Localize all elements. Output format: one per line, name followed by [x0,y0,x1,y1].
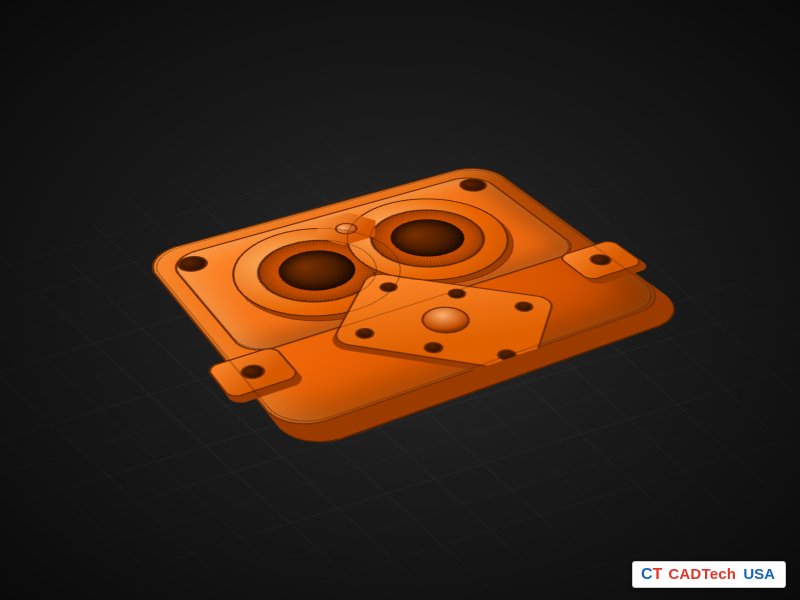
flange-bolt-hole [353,327,377,340]
vendor-brand-text: CADTech [668,566,736,583]
threaded-bore [351,200,507,279]
model-root[interactable] [58,132,764,497]
vendor-region-text: USA [743,566,775,583]
threaded-boss-left[interactable] [206,214,433,335]
flange-bolt-hole [446,288,468,300]
logo-letter-t: T [653,567,663,583]
housing-base-block[interactable] [140,162,674,436]
mounting-ear-right [557,239,645,281]
threaded-bore [239,230,398,315]
model-orbit-region[interactable] [120,58,680,498]
logo-letter-c: C [641,567,653,583]
flange-bolt-hole [377,281,399,293]
flange-bolt-hole [513,300,535,312]
top-deck-surface [165,172,583,356]
mounting-ear-left [205,345,302,399]
threaded-boss-right[interactable] [318,185,541,297]
flange-bolt-hole [422,341,446,355]
hex-plug-boss[interactable] [301,207,391,251]
edge-overlay [140,162,674,436]
vendor-watermark: C T CADTech USA [632,561,786,588]
flange-center-boss [416,304,474,337]
vendor-logo-icon: C T [641,567,662,583]
corner-bolt-hole [173,253,212,274]
flange-bolt-hole [495,348,518,362]
diamond-flange-pad[interactable] [330,272,555,374]
corner-bolt-hole [455,176,492,193]
cad-viewport[interactable]: C T CADTech USA [0,0,800,600]
